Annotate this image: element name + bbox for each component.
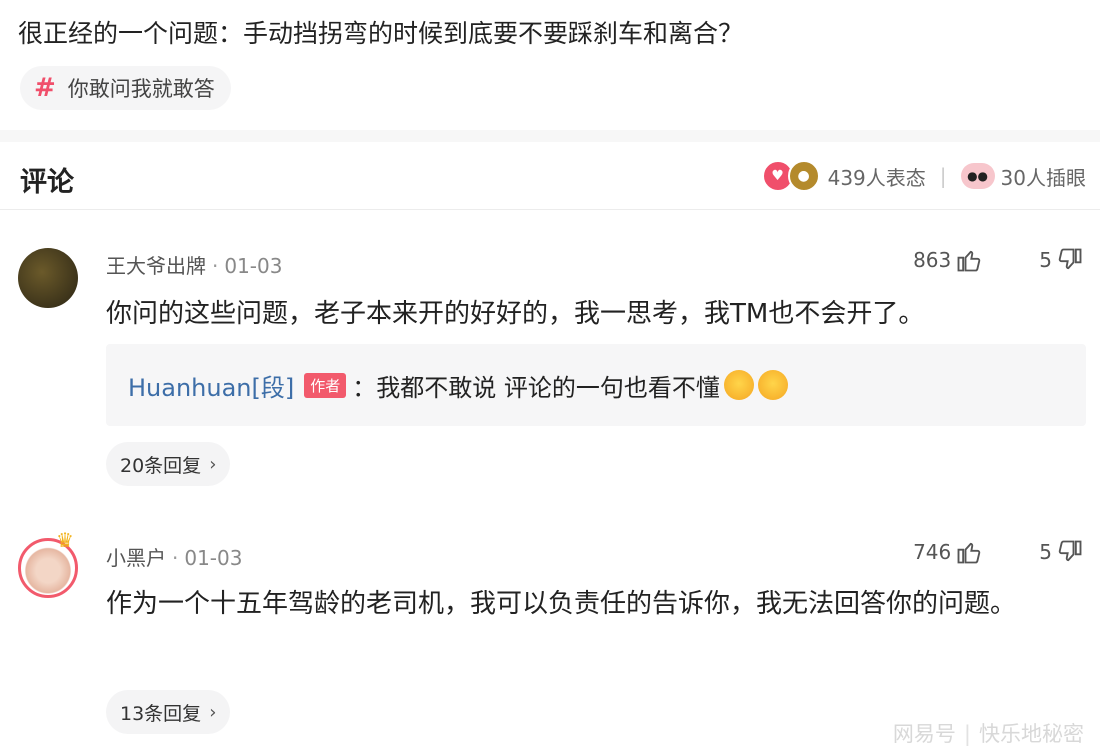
reply-count-label: 20条回复: [120, 454, 202, 477]
eye-icon: ●●: [960, 163, 995, 189]
view-replies-button[interactable]: 20条回复 ›: [106, 442, 231, 486]
pot-reaction-icon: ●: [787, 160, 820, 192]
watermark-account: 快乐地秘密: [979, 722, 1084, 746]
reactions-summary[interactable]: ♥ ● 439人表态 | ●● 30人插眼: [761, 160, 1086, 192]
crown-icon: ♛: [56, 528, 74, 552]
dislike-button[interactable]: 5: [1039, 538, 1084, 566]
thumb-down-icon: [1058, 540, 1082, 562]
emoji-icon: [723, 370, 754, 400]
chevron-right-icon: ›: [209, 453, 217, 475]
reply-username[interactable]: Huanhuan[段]: [128, 368, 294, 403]
comments-title: 评论: [20, 167, 74, 198]
plug-count[interactable]: 30人插眼: [1001, 162, 1086, 191]
thumb-up-icon: [957, 542, 981, 564]
watermark-source: 网易号: [892, 722, 956, 746]
comment-meta: 小黑户 · 01-03: [106, 546, 243, 570]
vote-controls: 746 5: [913, 538, 1084, 566]
thumb-down-icon: [1058, 248, 1082, 270]
comment-username[interactable]: 王大爷出牌: [106, 254, 206, 278]
reaction-icons: ♥ ●: [761, 160, 822, 192]
watermark: 网易号 | 快乐地秘密: [892, 722, 1084, 746]
post-title: 很正经的一个问题：手动挡拐弯的时候到底要不要踩刹车和离合？: [18, 19, 744, 48]
dislike-count: 5: [1039, 540, 1052, 564]
comment-text: 作为一个十五年驾龄的老司机，我可以负责任的告诉你，我无法回答你的问题。: [106, 589, 1017, 619]
emoji-icon: [757, 370, 788, 400]
topic-label: 你敢问我就敢答: [67, 77, 215, 101]
like-button[interactable]: 746: [913, 538, 983, 566]
reactions-count: 439人表态: [827, 165, 926, 190]
thumb-up-icon: [957, 250, 981, 272]
author-badge: 作者: [304, 372, 347, 398]
reply-text: ：我都不敢说 评论的一句也看不懂: [352, 373, 720, 402]
comment-date: 01-03: [224, 254, 283, 278]
like-count: 863: [913, 248, 952, 272]
comment-meta: 王大爷出牌 · 01-03: [106, 254, 283, 278]
like-button[interactable]: 863: [913, 246, 983, 274]
dislike-count: 5: [1039, 248, 1052, 272]
comment-username[interactable]: 小黑户: [106, 546, 166, 570]
comment-text: 你问的这些问题，老子本来开的好好的，我一思考，我TM也不会开了。: [106, 299, 925, 329]
section-divider: [0, 130, 1100, 142]
reactions-separator: |: [939, 164, 947, 188]
reply-count-label: 13条回复: [120, 702, 202, 725]
comments-header: 评论 ♥ ● 439人表态 | ●● 30人插眼: [0, 142, 1100, 210]
dislike-button[interactable]: 5: [1039, 246, 1084, 274]
comment-date: 01-03: [184, 546, 243, 570]
topic-chip[interactable]: # 你敢问我就敢答: [20, 66, 231, 110]
view-replies-button[interactable]: 13条回复 ›: [106, 690, 231, 734]
like-count: 746: [913, 540, 952, 564]
vote-controls: 863 5: [913, 246, 1084, 274]
avatar[interactable]: [18, 248, 78, 308]
author-reply[interactable]: Huanhuan[段] 作者 ：我都不敢说 评论的一句也看不懂: [106, 344, 1086, 426]
hash-icon: #: [34, 73, 56, 103]
chevron-right-icon: ›: [209, 701, 217, 723]
